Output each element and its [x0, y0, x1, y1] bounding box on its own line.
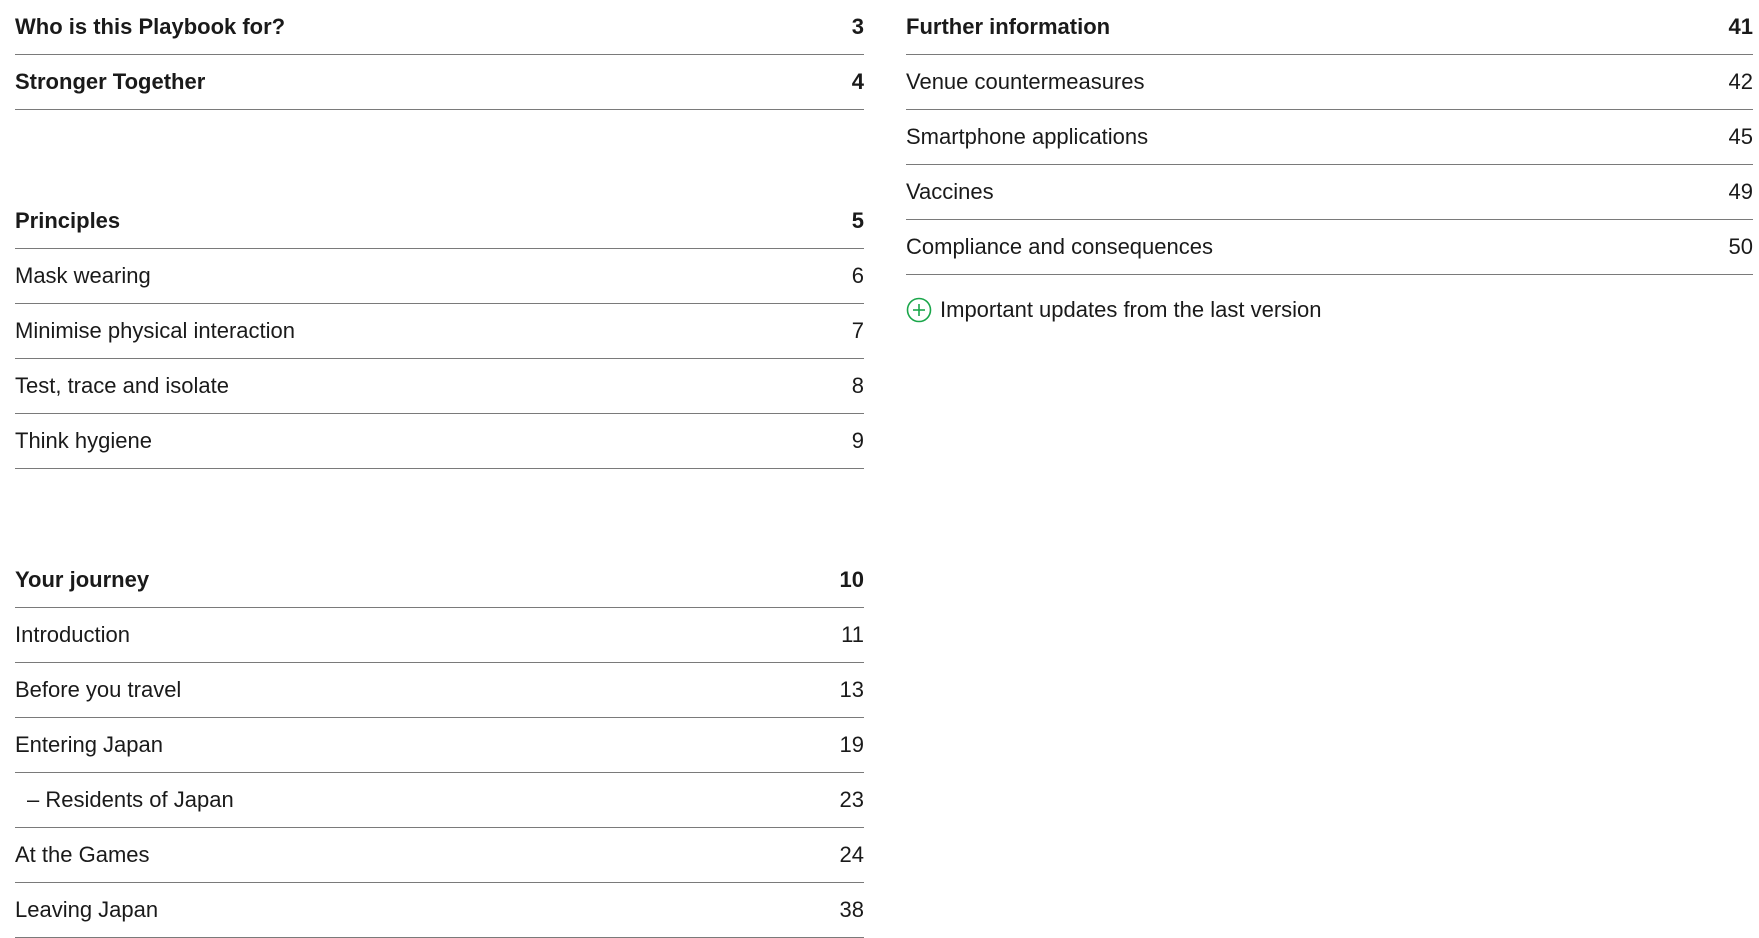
toc-entry-label: Further information [906, 14, 1111, 39]
toc-entry-page: 41 [1728, 14, 1753, 39]
plus-circle-icon [906, 297, 932, 323]
toc-entry-label: Test, trace and isolate [15, 373, 230, 398]
toc-entry-label: Entering Japan [15, 732, 163, 757]
toc-entry-leaving-japan[interactable]: Leaving Japan 38 [15, 883, 864, 938]
toc-entry-page: 13 [839, 677, 864, 702]
toc-entry-page: 11 [841, 622, 864, 647]
toc-entry-page: 50 [1728, 234, 1753, 259]
toc-entry-label: Compliance and consequences [906, 234, 1213, 259]
toc-entry-page: 7 [851, 318, 864, 343]
toc-entry-page: 45 [1728, 124, 1753, 149]
toc-entry-label: Leaving Japan [15, 897, 159, 922]
toc-entry-further-information[interactable]: Further information 41 [906, 0, 1753, 55]
toc-left-column: Who is this Playbook for? 3 Stronger Tog… [15, 0, 864, 938]
toc-entry-principles[interactable]: Principles 5 [15, 194, 864, 249]
toc-entry-page: 23 [839, 787, 864, 812]
toc-entry-label: Mask wearing [15, 263, 151, 288]
toc-entry-compliance-and-consequences[interactable]: Compliance and consequences 50 [906, 220, 1753, 275]
toc-entry-label: Vaccines [906, 179, 994, 204]
toc-entry-page: 42 [1728, 69, 1753, 94]
toc-entry-page: 9 [851, 428, 864, 453]
toc-right-column: Further information 41 Venue countermeas… [906, 0, 1753, 323]
toc-entry-label: Before you travel [15, 677, 182, 702]
toc-entry-page: 4 [851, 69, 864, 94]
toc-entry-smartphone-applications[interactable]: Smartphone applications 45 [906, 110, 1753, 165]
toc-entry-stronger-together[interactable]: Stronger Together 4 [15, 55, 864, 110]
toc-entry-label: Stronger Together [15, 69, 206, 94]
toc-entry-label: Think hygiene [15, 428, 152, 453]
toc-entry-venue-countermeasures[interactable]: Venue countermeasures 42 [906, 55, 1753, 110]
toc-entry-label: Smartphone applications [906, 124, 1149, 149]
toc-entry-test-trace-isolate[interactable]: Test, trace and isolate 8 [15, 359, 864, 414]
toc-entry-think-hygiene[interactable]: Think hygiene 9 [15, 414, 864, 469]
toc-entry-page: 24 [839, 842, 864, 867]
toc-entry-label: – Residents of Japan [27, 787, 234, 812]
toc-entry-page: 19 [839, 732, 864, 757]
toc-entry-label: Who is this Playbook for? [15, 14, 286, 39]
toc-entry-introduction[interactable]: Introduction 11 [15, 608, 864, 663]
toc-entry-entering-japan[interactable]: Entering Japan 19 [15, 718, 864, 773]
updates-legend-text: Important updates from the last version [940, 297, 1322, 322]
toc-entry-page: 5 [851, 208, 864, 233]
toc-entry-page: 8 [851, 373, 864, 398]
toc-entry-label: At the Games [15, 842, 150, 867]
toc-entry-who-is-this-playbook-for[interactable]: Who is this Playbook for? 3 [15, 0, 864, 55]
toc-entry-label: Principles [15, 208, 121, 233]
toc-entry-at-the-games[interactable]: At the Games 24 [15, 828, 864, 883]
toc-entry-vaccines[interactable]: Vaccines 49 [906, 165, 1753, 220]
toc-entry-page: 3 [851, 14, 864, 39]
toc-entry-your-journey[interactable]: Your journey 10 [15, 553, 864, 608]
toc-entry-page: 6 [851, 263, 864, 288]
toc-entry-page: 49 [1728, 179, 1753, 204]
updates-legend: Important updates from the last version [906, 297, 1753, 323]
toc-entry-mask-wearing[interactable]: Mask wearing 6 [15, 249, 864, 304]
toc-entry-label: Venue countermeasures [906, 69, 1145, 94]
toc-entry-page: 38 [839, 897, 864, 922]
toc-entry-label: Introduction [15, 622, 130, 647]
toc-entry-minimise-physical-interaction[interactable]: Minimise physical interaction 7 [15, 304, 864, 359]
toc-entry-page: 10 [839, 567, 864, 592]
toc-entry-label: Minimise physical interaction [15, 318, 295, 343]
toc-entry-before-you-travel[interactable]: Before you travel 13 [15, 663, 864, 718]
toc-entry-label: Your journey [15, 567, 150, 592]
toc-entry-residents-of-japan[interactable]: – Residents of Japan 23 [15, 773, 864, 828]
